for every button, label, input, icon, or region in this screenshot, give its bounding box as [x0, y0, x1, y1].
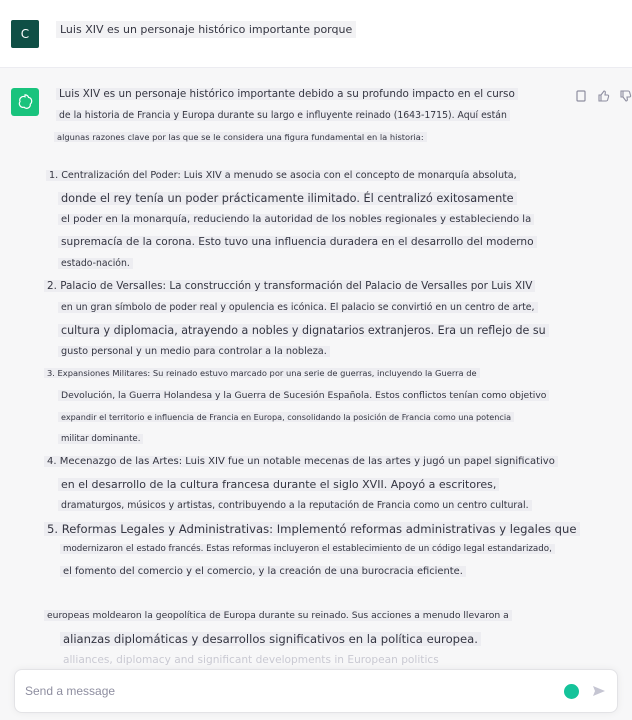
answer-line: modernizaron el estado francés. Estas re…	[60, 544, 578, 566]
user-avatar: C	[11, 20, 39, 48]
user-message-row: C Luis XIV es un personaje histórico imp…	[0, 0, 632, 68]
answer-line: en un gran símbolo de poder real y opule…	[58, 302, 578, 324]
answer-gap	[44, 588, 578, 610]
answer-line: en el desarrollo de la cultura francesa …	[58, 478, 578, 500]
answer-line: militar dominante.	[58, 434, 578, 456]
message-actions	[574, 88, 632, 102]
answer-line: supremacía de la corona. Esto tuvo una i…	[58, 236, 578, 258]
assistant-answer: Luis XIV es un personaje histórico impor…	[44, 88, 580, 676]
answer-line: 5. Reformas Legales y Administrativas: I…	[44, 522, 580, 544]
answer-line: Luis XIV es un personaje histórico impor…	[56, 88, 578, 110]
thumbs-down-icon[interactable]	[618, 88, 632, 102]
assistant-message-row: Luis XIV es un personaje histórico impor…	[0, 68, 632, 720]
answer-line: Devolución, la Guerra Holandesa y la Gue…	[58, 390, 578, 412]
answer-line: el poder en la monarquía, reduciendo la …	[58, 214, 578, 236]
answer-gap	[44, 154, 578, 170]
answer-line: estado-nación.	[58, 258, 578, 280]
thumbs-up-icon[interactable]	[596, 88, 610, 102]
chatgpt-logo-icon	[11, 88, 39, 116]
answer-line: europeas moldearon la geopolítica de Eur…	[44, 610, 578, 632]
grammarly-icon[interactable]	[564, 684, 579, 699]
send-icon[interactable]	[591, 683, 607, 699]
message-composer	[14, 669, 618, 713]
answer-line: 1. Centralización del Poder: Luis XIV a …	[46, 170, 578, 192]
answer-line: 4. Mecenazgo de las Artes: Luis XIV fue …	[44, 456, 578, 478]
answer-line: 3. Expansiones Militares: Su reinado est…	[44, 368, 578, 390]
answer-line: algunas razones clave por las que se le …	[54, 132, 578, 154]
answer-line: alianzas diplomáticas y desarrollos sign…	[60, 632, 578, 654]
answer-line: donde el rey tenía un poder prácticament…	[58, 192, 578, 214]
answer-line: de la historia de Francia y Europa duran…	[56, 110, 578, 132]
message-input[interactable]	[25, 678, 545, 704]
answer-line: el fomento del comercio y el comercio, y…	[60, 566, 578, 588]
answer-line: dramaturgos, músicos y artistas, contrib…	[58, 500, 578, 522]
answer-line: gusto personal y un medio para controlar…	[58, 346, 578, 368]
answer-line: 2. Palacio de Versalles: La construcción…	[44, 280, 578, 302]
answer-line: cultura y diplomacia, atrayendo a nobles…	[58, 324, 578, 346]
answer-line: expandir el territorio e influencia de F…	[58, 412, 578, 434]
user-message-text: Luis XIV es un personaje histórico impor…	[56, 21, 357, 38]
